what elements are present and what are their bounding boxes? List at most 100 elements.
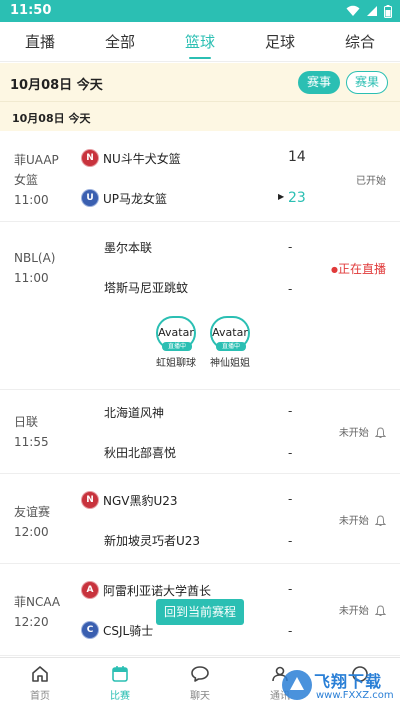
back-to-current-button[interactable]: 回到当前赛程	[156, 599, 245, 625]
tab-football[interactable]: 足球	[240, 22, 320, 61]
live-badge: 直播中	[216, 342, 246, 351]
home-team-name: NGV黑豹U23	[103, 493, 178, 508]
home-icon	[32, 666, 48, 682]
home-score: -	[288, 240, 293, 254]
possession-icon: ▶	[278, 192, 285, 201]
match-league: 菲NCAA 12:20	[14, 592, 60, 632]
away-score: 23	[288, 190, 306, 206]
away-score: -	[288, 282, 293, 296]
bell-icon[interactable]	[375, 515, 386, 527]
streamer-avatar[interactable]: Avatar 直播中	[210, 316, 250, 351]
home-team: N NU斗牛犬女篮	[82, 148, 181, 168]
match-status: 未开始	[339, 512, 386, 527]
tab-all[interactable]: 全部	[80, 22, 160, 61]
home-score: -	[288, 492, 293, 506]
away-team-name: UP马龙女篮	[103, 191, 168, 206]
league-line-1: 菲UAAP	[14, 153, 59, 167]
watermark-text: 飞翔下载	[314, 672, 383, 691]
status-time: 11:50	[10, 3, 52, 18]
home-team-name: 北海道风神	[104, 405, 165, 420]
date-header: 10月08日 今天 赛事 赛果	[0, 63, 400, 101]
streamer-name: 神仙姐姐	[210, 358, 250, 369]
watermark: 飞翔下载 www.FXXZ.com	[278, 664, 400, 710]
home-score: 14	[288, 149, 306, 165]
sport-tabs: 直播 全部 篮球 足球 综合	[0, 22, 400, 62]
status-label: 未开始	[338, 606, 369, 617]
away-team: C CSJL骑士	[82, 620, 153, 640]
team-logo-icon: N	[82, 492, 98, 508]
away-team: U UP马龙女篮	[82, 188, 167, 208]
match-status: 未开始	[339, 602, 386, 617]
match-time: 12:20	[14, 615, 49, 629]
match-status: 未开始	[339, 424, 386, 439]
match-league: NBL(A) 11:00	[14, 248, 55, 288]
home-team-name: 阿雷利亚诺大学酋长	[103, 583, 212, 598]
watermark-logo-icon	[282, 670, 312, 700]
league-name: 日联	[14, 415, 39, 429]
live-status-label: 正在直播	[337, 262, 386, 276]
nav-matches[interactable]: 比赛	[80, 658, 160, 710]
home-team: N NGV黑豹U23	[82, 490, 178, 510]
nav-label: 聊天	[190, 691, 210, 702]
date-section-label: 10月08日 今天	[12, 112, 91, 125]
match-league: 友谊赛 12:00	[14, 502, 50, 542]
bell-icon[interactable]	[375, 427, 386, 439]
home-score: -	[288, 582, 293, 596]
avatar-alt: Avatar	[212, 326, 248, 339]
tab-general[interactable]: 综合	[320, 22, 400, 61]
home-score: -	[288, 404, 293, 418]
match-row[interactable]: NBL(A) 11:00 墨尔本联 塔斯马尼亚跳蚊 - - ●正在直播 Avat…	[0, 222, 400, 390]
watermark-url: www.FXXZ.com	[316, 690, 394, 701]
match-time: 12:00	[14, 525, 49, 539]
match-row[interactable]: 友谊赛 12:00 N NGV黑豹U23 新加坡灵巧者U23 - - 未开始	[0, 474, 400, 564]
match-time: 11:55	[14, 435, 49, 449]
nav-label: 首页	[30, 691, 50, 702]
status-label: 未开始	[338, 516, 369, 527]
chat-icon	[191, 666, 209, 682]
team-logo-icon: C	[82, 622, 98, 638]
home-team-name: 墨尔本联	[104, 240, 153, 255]
team-logo-icon: A	[82, 582, 98, 598]
away-team-name: 新加坡灵巧者U23	[104, 533, 201, 548]
league-line-2: 女篮	[14, 173, 39, 187]
league-name: NBL(A)	[14, 251, 56, 265]
away-score: -	[288, 624, 293, 638]
streamer-avatar[interactable]: Avatar 直播中	[156, 316, 196, 351]
streamer-name: 虹姐聊球	[156, 358, 196, 369]
match-status-live: ●正在直播	[331, 260, 386, 277]
match-league: 日联 11:55	[14, 412, 49, 452]
bell-icon[interactable]	[375, 605, 386, 617]
tab-live[interactable]: 直播	[0, 22, 80, 61]
tab-basketball[interactable]: 篮球	[160, 22, 240, 61]
nav-label: 比赛	[110, 691, 130, 702]
match-league: 菲UAAP 女篮 11:00	[14, 150, 59, 210]
signal-icon	[367, 6, 377, 16]
live-badge: 直播中	[162, 342, 192, 351]
match-row[interactable]: 菲UAAP 女篮 11:00 N NU斗牛犬女篮 U UP马龙女篮 14 ▶ 2…	[0, 132, 400, 222]
streamer-card[interactable]: Avatar 直播中 神仙姐姐	[206, 316, 254, 369]
results-button[interactable]: 赛果	[346, 71, 388, 94]
nav-home[interactable]: 首页	[0, 658, 80, 710]
home-team: A 阿雷利亚诺大学酋长	[82, 580, 211, 600]
battery-icon	[384, 4, 392, 18]
league-name: 友谊赛	[14, 505, 51, 519]
match-row[interactable]: 日联 11:55 北海道风神 秋田北部喜悦 - - 未开始	[0, 390, 400, 474]
home-team-name: NU斗牛犬女篮	[103, 151, 181, 166]
match-status: 已开始	[356, 176, 386, 187]
date-header-label[interactable]: 10月08日 今天	[10, 74, 103, 93]
away-team-name: 秋田北部喜悦	[104, 445, 177, 460]
away-score: -	[288, 446, 293, 460]
avatar-alt: Avatar	[158, 326, 194, 339]
away-team-name: CSJL骑士	[103, 623, 154, 638]
away-team-name: 塔斯马尼亚跳蚊	[104, 280, 189, 295]
match-time: 11:00	[14, 271, 49, 285]
events-button[interactable]: 赛事	[298, 71, 340, 94]
streamer-card[interactable]: Avatar 直播中 虹姐聊球	[152, 316, 200, 369]
nav-chat[interactable]: 聊天	[160, 658, 240, 710]
status-bar: 11:50	[0, 0, 400, 22]
status-label: 未开始	[338, 428, 369, 439]
away-score: -	[288, 534, 293, 548]
team-logo-icon: N	[82, 150, 98, 166]
status-icons	[346, 4, 392, 18]
team-logo-icon: U	[82, 190, 98, 206]
